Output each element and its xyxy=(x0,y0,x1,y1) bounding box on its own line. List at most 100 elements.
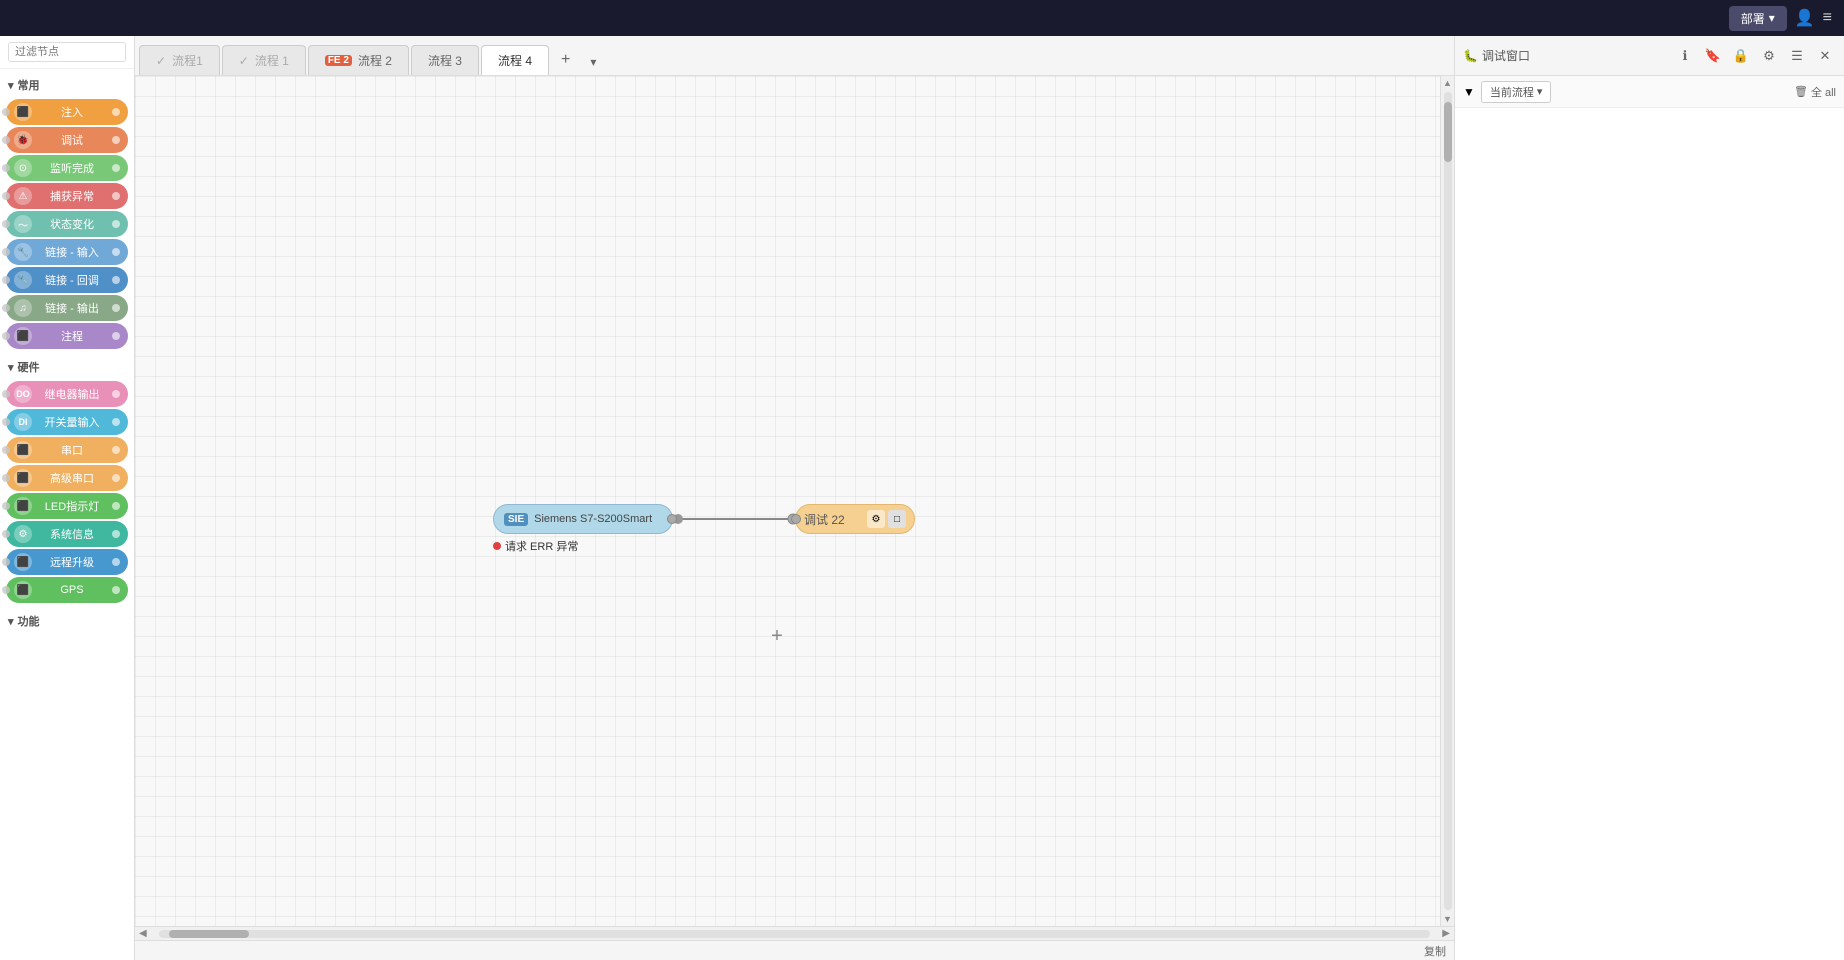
node-sysinfo[interactable]: ⚙ 系统信息 xyxy=(6,521,128,547)
debug-input-port xyxy=(791,514,801,524)
lock-icon-btn[interactable]: 🔒 xyxy=(1730,45,1752,67)
clear-label: 全 all xyxy=(1811,84,1836,100)
section-common[interactable]: ▾ 常用 xyxy=(6,73,128,97)
switch-label: 开关量输入 xyxy=(32,414,112,430)
section-hardware-arrow: ▾ xyxy=(8,361,14,374)
link-out-icon: ♫ xyxy=(14,299,32,317)
node-complete[interactable]: ⊙ 监听完成 xyxy=(6,155,128,181)
tab-flow4-label: 流程 4 xyxy=(498,52,532,69)
link-out-port xyxy=(112,304,120,312)
node-debug-22[interactable]: 调试 22 ⚙ □ xyxy=(795,504,915,534)
debug-port xyxy=(112,136,120,144)
node-gps[interactable]: ⬛ GPS xyxy=(6,577,128,603)
add-node-button[interactable]: + xyxy=(763,622,791,650)
node-switch[interactable]: DI 开关量输入 xyxy=(6,409,128,435)
debug-toggle-icon[interactable]: □ xyxy=(888,510,906,528)
bookmark-icon-btn[interactable]: 🔖 xyxy=(1702,45,1724,67)
tab-flow2-label: 流程 2 xyxy=(358,52,392,69)
debug-icons: ⚙ □ xyxy=(867,510,906,528)
link-call-port xyxy=(112,276,120,284)
search-input[interactable] xyxy=(8,42,126,62)
node-led[interactable]: ⬛ LED指示灯 xyxy=(6,493,128,519)
siemens-label: Siemens S7-S200Smart xyxy=(534,513,652,525)
sidebar-content: ▾ 常用 ⬛ 注入 🐞 调试 ⊙ 监听完成 xyxy=(0,69,134,960)
node-link-out[interactable]: ♫ 链接 - 输出 xyxy=(6,295,128,321)
node-debug[interactable]: 🐞 调试 xyxy=(6,127,128,153)
main-layout: ▾ 常用 ⬛ 注入 🐞 调试 ⊙ 监听完成 xyxy=(0,36,1844,960)
node-relay[interactable]: DO 继电器输出 xyxy=(6,381,128,407)
deploy-dropdown-icon: ▾ xyxy=(1769,11,1775,25)
deploy-button[interactable]: 部署 ▾ xyxy=(1729,6,1787,31)
canvas-wrapper: SIE Siemens S7-S200Smart 调试 22 ⚙ □ xyxy=(135,76,1454,960)
error-dot xyxy=(493,542,501,550)
tab-bar: ✓ 流程1 ✓ 流程 1 FE 2 流程 2 流程 3 流程 4 + ▾ xyxy=(135,36,1454,76)
gps-icon: ⬛ xyxy=(14,581,32,599)
node-comment[interactable]: ⬛ 注程 xyxy=(6,323,128,349)
clear-all-button[interactable]: 🗑 全 all xyxy=(1794,84,1836,100)
gps-port xyxy=(112,586,120,594)
scroll-left-arrow[interactable]: ◀ xyxy=(135,928,151,939)
node-catch[interactable]: ⚠ 捕获异常 xyxy=(6,183,128,209)
node-inject[interactable]: ⬛ 注入 xyxy=(6,99,128,125)
scroll-thumb xyxy=(1444,102,1452,162)
tab-flow0[interactable]: ✓ 流程1 xyxy=(139,45,220,75)
menu-icon[interactable]: ≡ xyxy=(1823,9,1832,27)
debug-settings-icon[interactable]: ⚙ xyxy=(867,510,885,528)
comment-label: 注程 xyxy=(32,328,112,344)
section-function[interactable]: ▾ 功能 xyxy=(6,609,128,633)
tab-flow0-label: 流程1 xyxy=(172,52,203,69)
info-icon-btn[interactable]: ℹ xyxy=(1674,45,1696,67)
tab-flow0-icon: ✓ xyxy=(156,54,166,68)
status-icon: 〜 xyxy=(14,215,32,233)
node-link-call[interactable]: 🔧 链接 - 回调 xyxy=(6,267,128,293)
complete-label: 监听完成 xyxy=(32,160,112,176)
led-icon: ⬛ xyxy=(14,497,32,515)
canvas[interactable]: SIE Siemens S7-S200Smart 调试 22 ⚙ □ xyxy=(135,76,1440,926)
user-icon[interactable]: 👤 xyxy=(1795,8,1815,28)
serial-label: 串口 xyxy=(32,442,112,458)
error-indicator: 请求 ERR 异常 xyxy=(493,538,578,554)
serial-port xyxy=(112,446,120,454)
section-hardware[interactable]: ▾ 硬件 xyxy=(6,355,128,379)
section-common-arrow: ▾ xyxy=(8,79,14,92)
scroll-right-arrow[interactable]: ▶ xyxy=(1438,928,1454,939)
node-serial-adv[interactable]: ⬛ 高级串口 xyxy=(6,465,128,491)
node-siemens-s7[interactable]: SIE Siemens S7-S200Smart xyxy=(493,504,673,534)
scroll-down-button[interactable]: ▼ xyxy=(1441,912,1455,926)
node-link-in[interactable]: 🔧 链接 - 输入 xyxy=(6,239,128,265)
connection-lines xyxy=(135,76,1440,926)
inject-icon: ⬛ xyxy=(14,103,32,121)
node-status[interactable]: 〜 状态变化 xyxy=(6,211,128,237)
tab-flow2[interactable]: FE 2 流程 2 xyxy=(308,45,409,75)
status-label: 状态变化 xyxy=(32,216,112,232)
list-icon-btn[interactable]: ☰ xyxy=(1786,45,1808,67)
tab-add-button[interactable]: + xyxy=(551,45,580,75)
tab-dropdown-button[interactable]: ▾ xyxy=(582,49,604,75)
node-serial[interactable]: ⬛ 串口 xyxy=(6,437,128,463)
tab-flow3[interactable]: 流程 3 xyxy=(411,45,479,75)
status-right: 复制 xyxy=(1424,943,1446,959)
tab-flow4[interactable]: 流程 4 xyxy=(481,45,549,75)
node-ota[interactable]: ⬛ 远程升级 xyxy=(6,549,128,575)
trash-icon: 🗑 xyxy=(1794,85,1808,98)
inject-label: 注入 xyxy=(32,104,112,120)
filter-current-flow-button[interactable]: 当前流程 ▾ xyxy=(1481,81,1552,103)
complete-icon: ⊙ xyxy=(14,159,32,177)
serial-adv-port xyxy=(112,474,120,482)
right-panel: 🐛 调试窗口 ℹ 🔖 🔒 ⚙ ☰ ✕ ▼ 当前流程 ▾ 🗑 全 all xyxy=(1454,36,1844,960)
siemens-badge: SIE xyxy=(504,513,528,526)
tab-flow1[interactable]: ✓ 流程 1 xyxy=(222,45,306,75)
tab-flow3-label: 流程 3 xyxy=(428,52,462,69)
settings-icon-btn[interactable]: ⚙ xyxy=(1758,45,1780,67)
horizontal-scrollbar[interactable] xyxy=(159,930,1431,938)
canvas-main: SIE Siemens S7-S200Smart 调试 22 ⚙ □ xyxy=(135,76,1454,926)
section-function-arrow: ▾ xyxy=(8,615,14,628)
scroll-up-button[interactable]: ▲ xyxy=(1441,76,1455,90)
switch-port xyxy=(112,418,120,426)
close-icon-btn[interactable]: ✕ xyxy=(1814,45,1836,67)
vertical-scrollbar[interactable]: ▲ ▼ xyxy=(1440,76,1454,926)
top-bar: 部署 ▾ 👤 ≡ xyxy=(0,0,1844,36)
complete-port xyxy=(112,164,120,172)
fe-badge: FE 2 xyxy=(325,55,352,66)
led-label: LED指示灯 xyxy=(32,498,112,514)
